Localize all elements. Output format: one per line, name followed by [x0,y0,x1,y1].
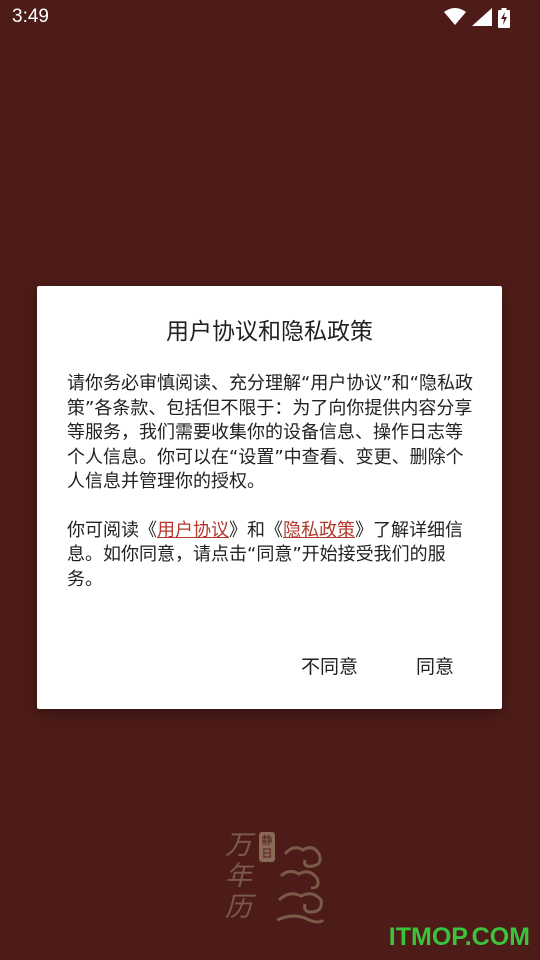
paragraph-2-prefix: 你可阅读《 [67,519,157,541]
dialog-body: 请你务必审慎阅读、充分理解“用户协议”和“隐私政策”各条款、包括但不限于：为了向… [67,372,477,592]
app-logo: 万年历 静日 [225,830,329,930]
watermark: ITMOP.COM [388,923,530,951]
user-agreement-link[interactable]: 用户协议 [157,520,229,541]
cellular-signal-icon [472,8,492,26]
disagree-button[interactable]: 不同意 [301,652,358,679]
privacy-policy-link[interactable]: 隐私政策 [283,520,355,541]
dialog-paragraph-1: 请你务必审慎阅读、充分理解“用户协议”和“隐私政策”各条款、包括但不限于：为了向… [67,373,473,492]
cloud-motif-icon [276,846,325,924]
status-bar: 3:49 [0,0,540,36]
agree-button[interactable]: 同意 [416,652,454,679]
battery-charging-icon [498,8,510,28]
paragraph-2-middle: 》和《 [229,519,283,541]
logo-text: 万年历 [225,830,252,923]
status-time: 3:49 [12,6,49,27]
dialog-paragraph-2: 你可阅读《用户协议》和《隐私政策》了解详细信息。如你同意，请点击“同意”开始接受… [67,519,477,593]
logo-badge: 静日 [259,832,275,862]
dialog-title: 用户协议和隐私政策 [166,319,373,345]
wifi-icon [444,8,466,25]
privacy-dialog: 用户协议和隐私政策 请你务必审慎阅读、充分理解“用户协议”和“隐私政策”各条款、… [37,286,502,709]
